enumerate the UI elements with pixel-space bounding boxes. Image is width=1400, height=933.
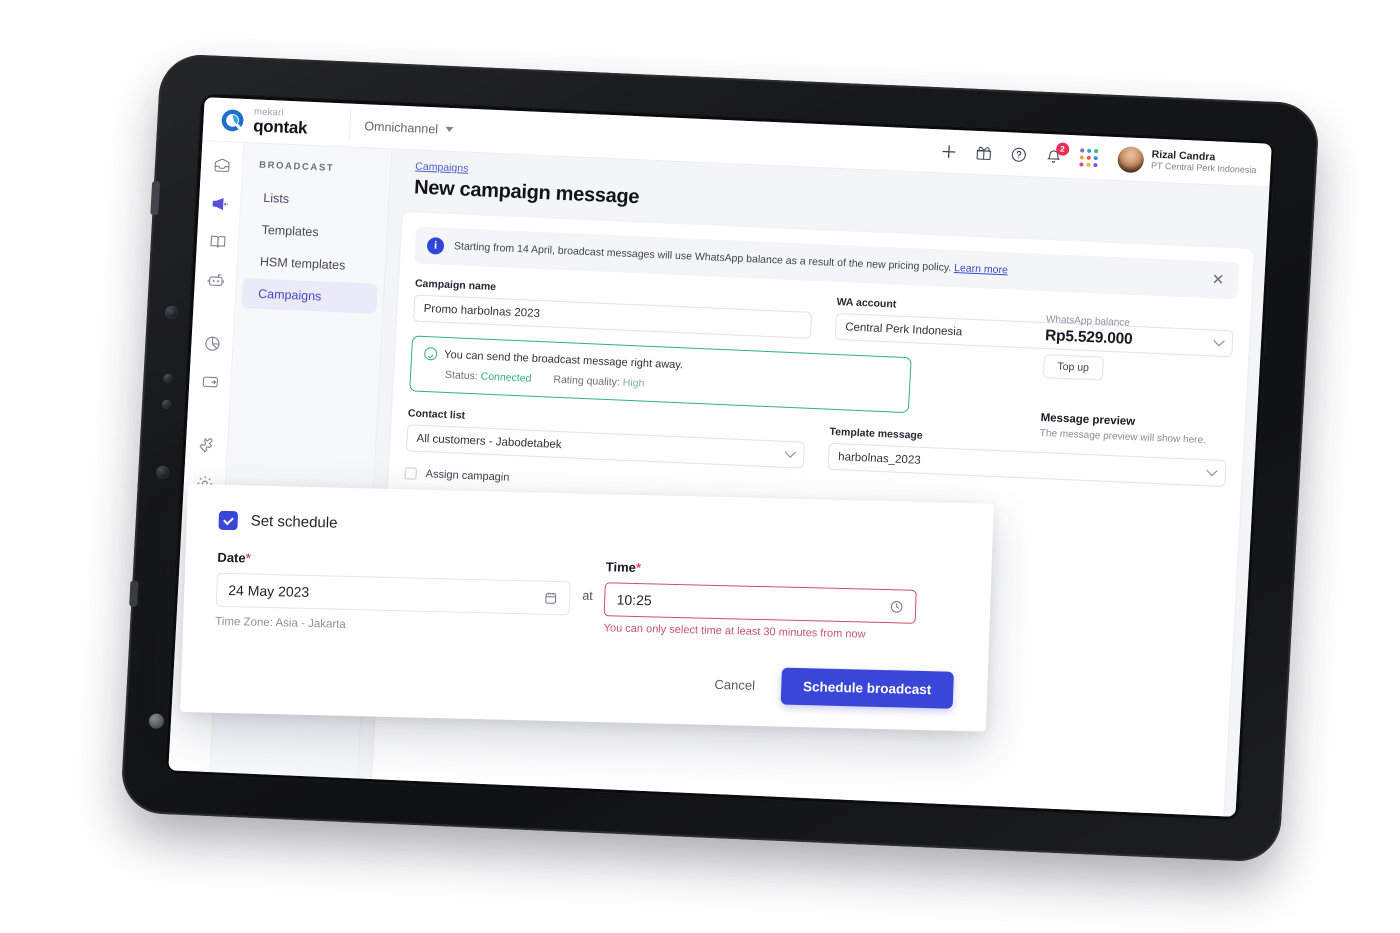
date-label-text: Date (217, 549, 246, 566)
robot-icon[interactable] (205, 269, 226, 290)
rating-value: High (622, 376, 645, 390)
screenshot-stage: mekari qontak Omnichannel 2 Rizal Candra… (0, 0, 1400, 933)
campaign-name-field: Campaign name Promo harbolnas 2023 (412, 278, 813, 339)
device-body: mekari qontak Omnichannel 2 Rizal Candra… (119, 53, 1321, 863)
plus-icon[interactable] (939, 142, 958, 161)
schedule-broadcast-button[interactable]: Schedule broadcast (780, 667, 954, 709)
app-grid-icon[interactable] (1078, 147, 1098, 167)
clock-icon[interactable] (889, 599, 905, 614)
chevron-down-icon (784, 446, 797, 458)
book-icon[interactable] (207, 231, 228, 252)
contact-list-value: All customers - Jabodetabek (416, 432, 562, 451)
time-field: Time* 10:25 You can only select time at … (603, 559, 918, 642)
required-marker: * (635, 559, 642, 576)
set-schedule-label: Set schedule (250, 512, 338, 532)
device-bezel-dot (161, 399, 172, 410)
sidebar-item-campaigns[interactable]: Campaigns (241, 278, 378, 314)
time-error-message: You can only select time at least 30 min… (603, 622, 866, 641)
modal-footer: Cancel Schedule broadcast (213, 654, 954, 709)
status-message: You can send the broadcast message right… (443, 348, 684, 371)
timezone-label: Time Zone: Asia - Jakarta (215, 615, 346, 631)
check-circle-icon (423, 347, 438, 361)
at-label: at (582, 588, 594, 603)
cancel-button[interactable]: Cancel (714, 677, 755, 693)
set-schedule-checkbox[interactable] (218, 510, 239, 531)
wa-account-value: Central Perk Indonesia (844, 320, 963, 338)
device-side-strip-2 (129, 580, 139, 607)
template-message-value: harbolnas_2023 (837, 450, 921, 467)
calendar-icon[interactable] (543, 590, 559, 605)
notification-badge: 2 (1055, 141, 1070, 156)
chevron-down-icon (444, 126, 454, 133)
time-input[interactable]: 10:25 (604, 582, 918, 624)
bell-icon[interactable]: 2 (1044, 141, 1070, 165)
schedule-modal: Set schedule Date* 24 May 2023 Time Zone (180, 484, 994, 732)
gift-icon[interactable] (974, 143, 993, 162)
device-bezel-dot (164, 305, 179, 320)
assign-campaign-checkbox[interactable] (404, 467, 418, 480)
device-camera-dot (148, 713, 165, 729)
topbar-divider (348, 110, 352, 141)
time-label-text: Time (605, 559, 637, 575)
sidebar-item-lists[interactable]: Lists (247, 182, 384, 218)
info-icon: i (426, 237, 445, 255)
puzzle-icon[interactable] (196, 435, 217, 456)
campaign-name-value: Promo harbolnas 2023 (423, 302, 541, 320)
date-value: 24 May 2023 (228, 582, 310, 600)
assign-campaign-label: Assign campagin (425, 468, 510, 484)
tablet-device: mekari qontak Omnichannel 2 Rizal Candra… (119, 53, 1321, 863)
set-schedule-row[interactable]: Set schedule (218, 510, 958, 548)
contact-list-field: Contact list All customers - Jabodetabek (405, 407, 806, 469)
workspace-label: Omnichannel (364, 118, 439, 136)
connection-status-box: You can send the broadcast message right… (409, 335, 912, 414)
breadcrumb[interactable]: Campaigns (391, 149, 469, 174)
avatar (1116, 145, 1145, 173)
inbox-icon[interactable] (211, 156, 232, 177)
status-value: Connected (480, 370, 532, 385)
time-label: Time* (606, 559, 918, 582)
required-marker: * (245, 550, 251, 566)
megaphone-icon[interactable] (209, 194, 230, 215)
device-bezel-dot (163, 373, 173, 384)
rating-label: Rating quality: (553, 373, 621, 389)
sidebar-item-templates[interactable]: Templates (245, 214, 382, 250)
pie-chart-icon[interactable] (201, 333, 222, 354)
learn-more-link[interactable]: Learn more (954, 262, 1008, 276)
user-menu[interactable]: Rizal Candra PT Central Perk Indonesia (1116, 145, 1258, 178)
time-value: 10:25 (616, 591, 652, 609)
right-panel: WhatsApp balance Rp5.529.000 Top up Mess… (1039, 314, 1236, 447)
device-side-strip (150, 180, 161, 216)
topbar-actions: 2 Rizal Candra PT Central Perk Indonesia (939, 138, 1271, 178)
chevron-down-icon (1206, 464, 1218, 476)
device-bezel-dot (156, 465, 170, 479)
brand-logo[interactable]: mekari qontak (203, 105, 344, 139)
help-circle-icon[interactable] (1009, 145, 1028, 164)
qontak-logo-icon (219, 106, 246, 133)
top-up-button[interactable]: Top up (1042, 354, 1104, 381)
status-label: Status: (444, 368, 479, 383)
brand-label: qontak (252, 116, 308, 138)
date-label: Date* (217, 550, 571, 574)
date-input[interactable]: 24 May 2023 (215, 572, 571, 616)
workspace-selector[interactable]: Omnichannel (364, 118, 454, 137)
close-icon[interactable]: ✕ (1209, 271, 1226, 289)
sidebar-item-hsm-templates[interactable]: HSM templates (243, 246, 380, 282)
wallet-icon[interactable] (199, 371, 220, 392)
date-field: Date* 24 May 2023 Time Zone: Asia - Jaka… (215, 550, 572, 637)
